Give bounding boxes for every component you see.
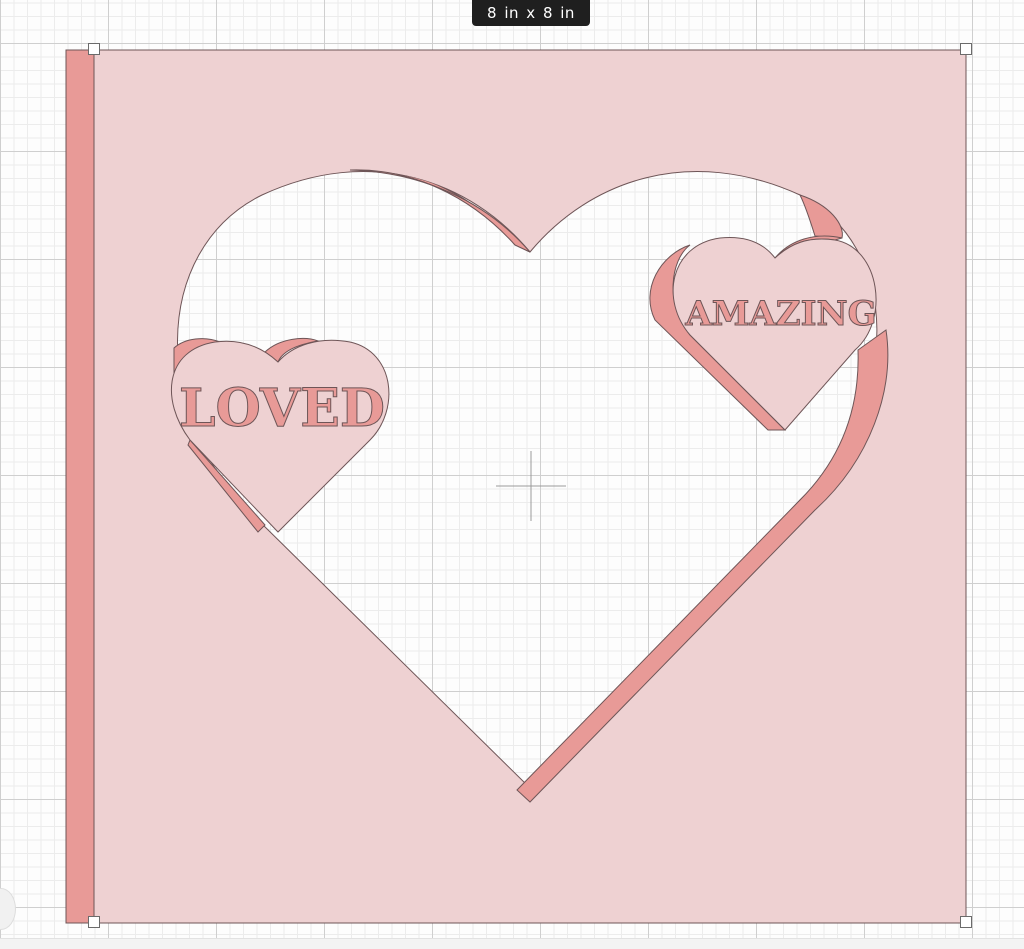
resize-handle-bottom-right[interactable] [960,916,972,928]
resize-handle-bottom-left[interactable] [88,916,100,928]
design-canvas[interactable]: LOVED AMAZING [0,0,1024,948]
bottom-toolbar-edge [0,938,1024,949]
resize-handle-top-left[interactable] [88,43,100,55]
small-heart-right-label: AMAZING [684,294,876,334]
small-heart-left-label: LOVED [179,378,385,439]
resize-handle-top-right[interactable] [960,43,972,55]
card-edge-strip [65,49,97,924]
